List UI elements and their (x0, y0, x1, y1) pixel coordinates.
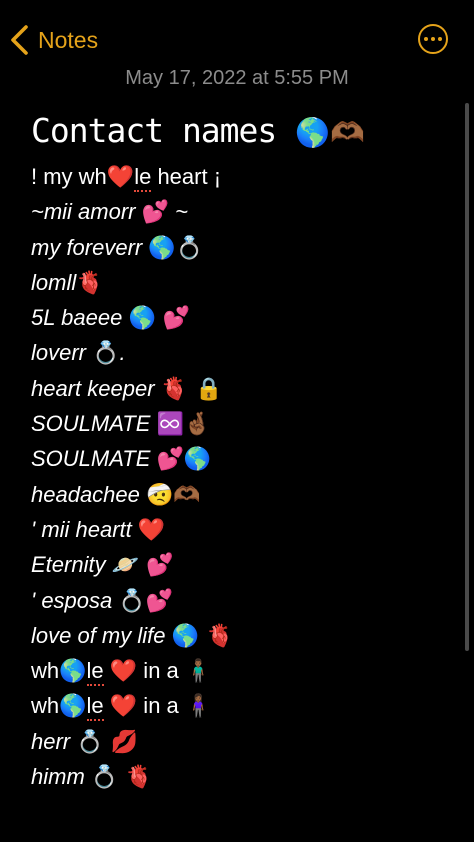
line-text: love of my life (31, 622, 172, 648)
note-line[interactable]: wh🌎le ❤️ in a 🧍🏾‍♀️ (31, 688, 461, 723)
emoji: 🌎 💕 (128, 306, 191, 332)
note-line[interactable]: my foreverr 🌎💍 (31, 230, 461, 265)
back-button[interactable]: Notes (8, 20, 98, 60)
emoji: ❤️ (137, 517, 166, 543)
ellipsis-dot (424, 37, 428, 41)
line-text: in a (137, 658, 185, 684)
note-line[interactable]: heart keeper 🫀 🔒 (31, 371, 461, 406)
emoji: 🧍🏾‍♀️ (184, 694, 213, 720)
note-line[interactable]: lomll🫀 (31, 265, 461, 300)
back-button-label: Notes (38, 26, 99, 53)
emoji: 💍 🫀 (90, 765, 153, 791)
emoji: ♾️🤞🏾 (156, 412, 212, 438)
emoji: 💕🌎 (156, 447, 212, 473)
note-title-text: Contact names (31, 111, 277, 150)
line-text: ~mii amorr (31, 199, 142, 225)
more-options-button[interactable] (418, 24, 448, 54)
note-line[interactable]: loverr 💍. (31, 335, 461, 370)
emoji: 🪐 💕 (111, 553, 174, 579)
note-line[interactable]: headachee 🤕🫶🏾 (31, 477, 461, 512)
emoji: ❤️ (109, 659, 138, 685)
note-line[interactable]: ' esposa 💍💕 (31, 583, 461, 618)
line-text: Eternity (31, 552, 112, 578)
emoji: 💕 (141, 200, 170, 226)
note-date: May 17, 2022 at 5:55 PM (125, 67, 349, 89)
emoji: 🌎💍 (148, 235, 204, 261)
line-text: . (119, 340, 126, 366)
emoji: 🫀 (76, 270, 104, 296)
line-text: himm (31, 764, 91, 790)
chevron-left-icon (11, 25, 28, 55)
emoji: 💍💕 (118, 588, 174, 614)
line-text: my foreverr (31, 234, 149, 260)
emoji: 🌎 (59, 659, 87, 685)
line-text: ! my wh (31, 164, 107, 189)
note-line[interactable]: SOULMATE ♾️🤞🏾 (31, 406, 461, 441)
spellcheck-word: le (86, 658, 104, 687)
line-text: SOULMATE (31, 411, 157, 437)
emoji: 🤕🫶🏾 (146, 482, 201, 508)
emoji: 💍 (92, 341, 120, 367)
line-text: in a (137, 693, 185, 719)
emoji: 💍 💋 (76, 729, 139, 755)
emoji: 🧍🏾‍♂️ (184, 659, 213, 685)
line-text: wh (31, 693, 60, 719)
scrollbar[interactable] (465, 103, 469, 651)
line-text: herr (31, 728, 77, 754)
note-body[interactable]: ! my wh❤️le heart ¡ ~mii amorr 💕 ~ my fore… (31, 159, 461, 794)
line-text: ' esposa (31, 587, 119, 613)
note-title-emoji: 🌎🫶🏾 (295, 116, 365, 149)
note-line[interactable]: ! my wh❤️le heart ¡ (31, 159, 461, 194)
line-text: heart keeper (31, 375, 161, 401)
spellcheck-word: le (134, 164, 152, 192)
note-line[interactable]: herr 💍 💋 (31, 724, 461, 759)
emoji: 🌎 (59, 694, 87, 720)
line-text: loverr (31, 340, 93, 366)
note-title[interactable]: Contact names 🌎🫶🏾 (31, 109, 365, 155)
emoji: 🌎 🫀 (171, 623, 234, 649)
line-text: SOULMATE (31, 446, 157, 472)
note-line[interactable]: love of my life 🌎 🫀 (31, 618, 461, 653)
note-line[interactable]: ' mii heartt ❤️ (31, 512, 461, 547)
line-text: lomll (31, 269, 77, 295)
emoji: 🫀 🔒 (160, 376, 223, 402)
line-text: 5L baeee (31, 305, 129, 331)
ellipsis-dot (431, 37, 435, 41)
line-text: wh (31, 658, 60, 684)
note-line[interactable]: ~mii amorr 💕 ~ (31, 194, 461, 229)
line-text: heart ¡ (151, 164, 222, 189)
note-line[interactable]: SOULMATE 💕🌎 (31, 441, 461, 476)
note-line[interactable]: himm 💍 🫀 (31, 759, 461, 794)
ellipsis-dot (438, 37, 442, 41)
spellcheck-word: le (86, 693, 104, 722)
note-line[interactable]: 5L baeee 🌎 💕 (31, 300, 461, 335)
emoji: ❤️ (109, 694, 138, 720)
line-text: ~ (169, 199, 188, 225)
emoji: ❤️ (106, 165, 135, 190)
line-text: headachee (31, 481, 146, 507)
line-text: ' mii heartt (31, 516, 138, 542)
note-line[interactable]: wh🌎le ❤️ in a 🧍🏾‍♂️ (31, 653, 461, 688)
note-line[interactable]: Eternity 🪐 💕 (31, 547, 461, 582)
